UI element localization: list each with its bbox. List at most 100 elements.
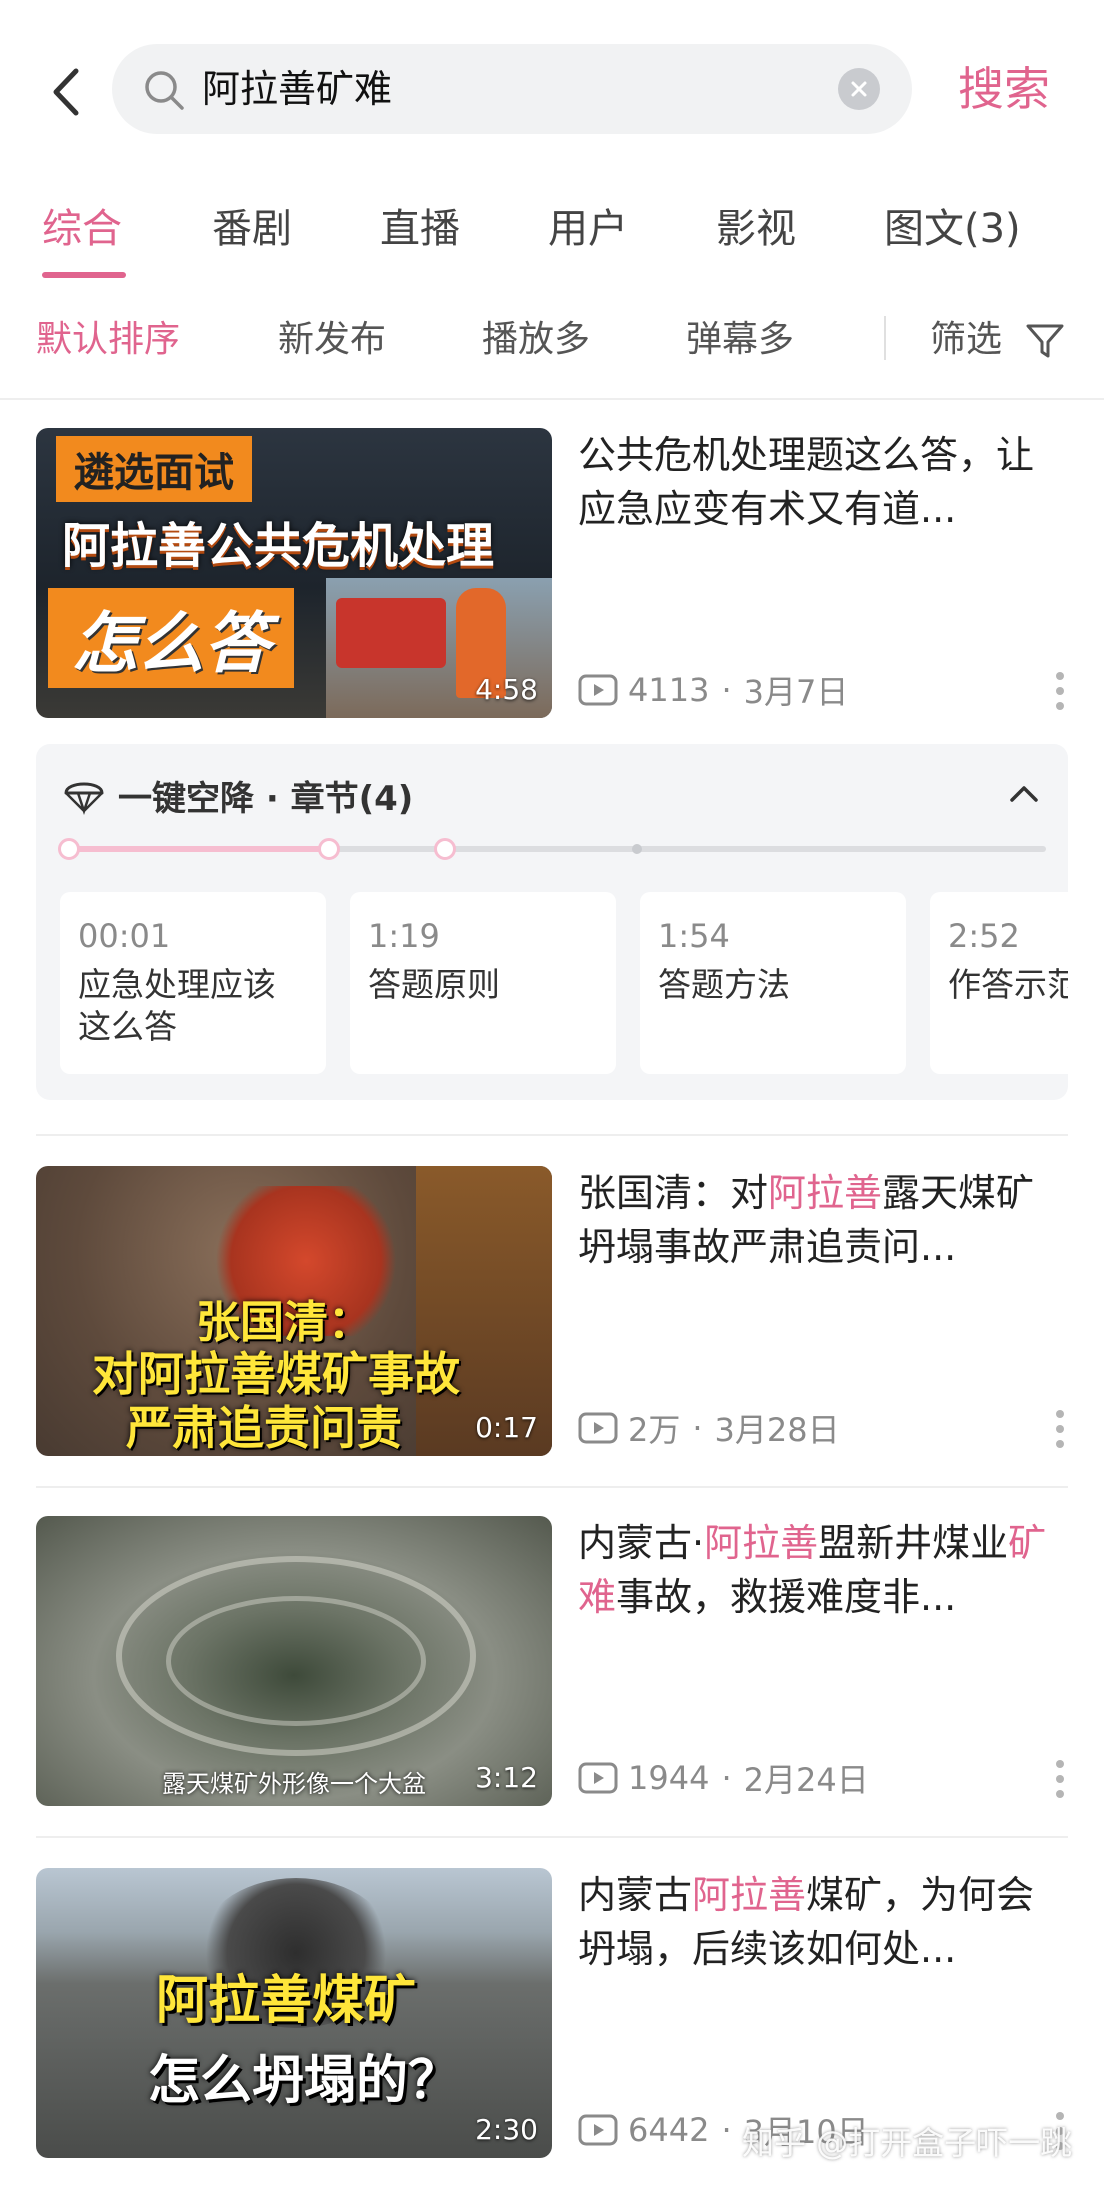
video-thumbnail[interactable]: 阿拉善煤矿 怎么坍塌的？ 2:30	[36, 1868, 552, 2158]
filter-icon[interactable]	[1024, 320, 1066, 362]
publish-date: 3月7日	[743, 673, 849, 711]
sort-default[interactable]: 默认排序	[36, 310, 180, 370]
meta-separator: ·	[721, 671, 732, 709]
video-title[interactable]: 内蒙古·阿拉善盟新井煤业矿难事故，救援难度非...	[578, 1516, 1068, 1624]
parachute-icon	[64, 782, 104, 815]
play-count-icon	[578, 2114, 618, 2146]
video-duration: 0:17	[475, 1411, 538, 1444]
chapter-title: 作答示范	[948, 965, 1068, 1004]
chapter-card[interactable]: 00:01 应急处理应该这么答	[60, 892, 326, 1074]
thumbnail-caption: 阿拉善公共危机处理	[62, 518, 495, 574]
view-count: 1944	[628, 1759, 710, 1797]
thumbnail-caption: 怎么坍塌的？	[148, 2051, 461, 2111]
more-options-icon[interactable]	[1054, 1410, 1066, 1448]
chapter-time: 1:54	[658, 917, 730, 955]
meta-separator: ·	[721, 1759, 732, 1797]
chapter-header[interactable]: 一键空降 · 章节(4)	[62, 772, 414, 819]
chapter-card[interactable]: 2:52 作答示范	[930, 892, 1068, 1074]
chapter-panel: 一键空降 · 章节(4) 00:01 应急处理应该这么答 1:19 答题原则 1…	[36, 744, 1068, 1100]
back-button[interactable]	[40, 62, 90, 122]
view-count: 2万	[628, 1411, 681, 1449]
video-title[interactable]: 公共危机处理题这么答，让应急应变有术又有道...	[578, 428, 1068, 536]
search-input[interactable]: 阿拉善矿难	[202, 44, 392, 134]
sort-bar: 默认排序 新发布 播放多 弹幕多 筛选	[0, 300, 1104, 400]
tab-users[interactable]: 用户	[548, 194, 628, 264]
chapter-marker[interactable]	[58, 838, 80, 860]
chapter-time: 2:52	[948, 917, 1020, 955]
chapter-time: 1:19	[368, 917, 440, 955]
title-keyword-highlight: 阿拉善	[704, 1521, 819, 1565]
video-thumbnail[interactable]: 遴选面试 阿拉善公共危机处理 怎么答 4:58	[36, 428, 552, 718]
play-count-icon	[578, 1412, 618, 1444]
tab-films[interactable]: 影视	[716, 194, 796, 264]
video-duration: 3:12	[475, 1761, 538, 1794]
more-options-icon[interactable]	[1054, 1760, 1066, 1798]
tab-all[interactable]: 综合	[42, 194, 122, 264]
play-count-icon	[578, 1762, 618, 1794]
video-title[interactable]: 内蒙古阿拉善煤矿，为何会坍塌，后续该如何处...	[578, 1868, 1068, 1976]
video-result-4[interactable]: 阿拉善煤矿 怎么坍塌的？ 2:30 内蒙古阿拉善煤矿，为何会坍塌，后续该如何处.…	[36, 1868, 1068, 2160]
close-icon	[851, 81, 867, 97]
chapter-marker[interactable]	[434, 838, 456, 860]
publish-date: 3月28日	[714, 1411, 840, 1449]
chapter-title: 答题原则	[368, 965, 500, 1004]
thumbnail-caption: 严肃追责问责	[126, 1401, 402, 1455]
back-arrow-icon	[53, 68, 79, 116]
thumbnail-caption: 遴选面试	[56, 436, 252, 502]
chapter-card[interactable]: 1:54 答题方法	[640, 892, 906, 1074]
chapter-progress-track[interactable]	[58, 838, 1046, 860]
title-text: 事故，救援难度非...	[616, 1575, 957, 1619]
title-text: 公共危机处理题这么答，让应急应变有术又有道...	[578, 433, 1035, 531]
view-count: 4113	[628, 671, 710, 709]
play-count-icon	[578, 674, 618, 706]
title-text: 盟新井煤业	[818, 1521, 1009, 1565]
divider	[36, 1486, 1068, 1488]
video-result-1[interactable]: 遴选面试 阿拉善公共危机处理 怎么答 4:58 公共危机处理题这么答，让应急应变…	[36, 428, 1068, 720]
divider	[36, 1134, 1068, 1136]
video-duration: 4:58	[475, 673, 538, 706]
meta-separator: ·	[692, 1409, 703, 1447]
top-bar: 阿拉善矿难 搜索	[0, 0, 1104, 180]
thumbnail-caption: 露天煤矿外形像一个大盆	[162, 1770, 426, 1798]
title-text: 内蒙古·	[578, 1521, 705, 1565]
more-options-icon[interactable]	[1054, 672, 1066, 710]
clear-search-button[interactable]	[838, 68, 880, 110]
chapter-marker[interactable]	[318, 838, 340, 860]
thumbnail-caption: 怎么答	[48, 588, 294, 688]
video-meta: 4113 · 3月7日	[578, 668, 848, 712]
video-result-3[interactable]: 露天煤矿外形像一个大盆 3:12 内蒙古·阿拉善盟新井煤业矿难事故，救援难度非.…	[36, 1516, 1068, 1808]
search-icon	[145, 71, 184, 110]
title-text: 张国清：对	[578, 1171, 769, 1215]
publish-date: 2月24日	[743, 1761, 869, 1799]
title-text: 内蒙古	[578, 1873, 693, 1917]
tab-articles[interactable]: 图文(3)	[884, 194, 1021, 264]
tab-bangumi[interactable]: 番剧	[212, 194, 292, 264]
filter-button[interactable]: 筛选	[930, 310, 1002, 370]
video-title[interactable]: 张国清：对阿拉善露天煤矿坍塌事故严肃追责问...	[578, 1166, 1068, 1274]
active-tab-indicator	[42, 272, 126, 278]
sort-most-danmaku[interactable]: 弹幕多	[686, 310, 794, 370]
divider	[884, 316, 886, 360]
title-keyword-highlight: 阿拉善	[692, 1873, 807, 1917]
video-thumbnail[interactable]: 张国清： 对阿拉善煤矿事故 严肃追责问责 0:17	[36, 1166, 552, 1456]
chapter-title: 应急处理应该这么答	[78, 965, 276, 1046]
tab-live[interactable]: 直播	[380, 194, 460, 264]
sort-newest[interactable]: 新发布	[278, 310, 386, 370]
chapter-card[interactable]: 1:19 答题原则	[350, 892, 616, 1074]
search-submit-button[interactable]: 搜索	[958, 58, 1050, 120]
chapter-marker[interactable]	[632, 844, 642, 854]
meta-separator: ·	[721, 2111, 732, 2149]
view-count: 6442	[628, 2111, 710, 2149]
chevron-up-icon[interactable]	[1006, 776, 1042, 812]
sort-most-played[interactable]: 播放多	[482, 310, 590, 370]
chapter-header-label: 一键空降 · 章节(4)	[118, 778, 414, 819]
result-tabs: 综合 番剧 直播 用户 影视 图文(3)	[0, 180, 1104, 280]
title-keyword-highlight: 阿拉善	[768, 1171, 883, 1215]
video-result-2[interactable]: 张国清： 对阿拉善煤矿事故 严肃追责问责 0:17 张国清：对阿拉善露天煤矿坍塌…	[36, 1166, 1068, 1458]
thumbnail-caption: 阿拉善煤矿	[156, 1971, 417, 2031]
chapter-title: 答题方法	[658, 965, 790, 1004]
video-meta: 2万 · 3月28日	[578, 1406, 840, 1450]
video-thumbnail[interactable]: 露天煤矿外形像一个大盆 3:12	[36, 1516, 552, 1806]
divider	[36, 1836, 1068, 1838]
search-box[interactable]: 阿拉善矿难	[112, 44, 912, 134]
